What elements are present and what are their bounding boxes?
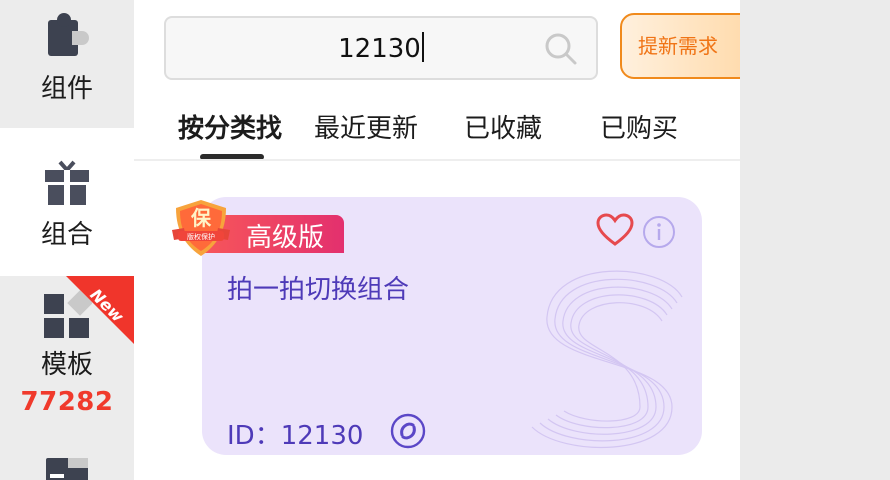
new-badge: New <box>66 276 134 344</box>
sidebar: 组件 组合 New 模板 77282 <box>0 0 134 480</box>
copyright-shield-icon: 保 版权保护 <box>172 200 230 256</box>
puzzle-icon <box>48 13 89 56</box>
sidebar-item-folder[interactable] <box>0 440 134 480</box>
main-panel: 12130 提新需求 按分类找 最近更新 已收藏 已购买 高级版 拍一拍切换组合… <box>134 0 760 480</box>
right-background <box>740 0 890 480</box>
sidebar-item-label: 组合 <box>40 220 93 250</box>
sidebar-item-label: 组件 <box>40 74 93 104</box>
folder-icon <box>46 458 88 480</box>
sidebar-item-combos[interactable]: 组合 <box>0 128 134 276</box>
tab-favorites[interactable]: 已收藏 <box>464 108 542 145</box>
card-id: ID：12130 <box>227 421 364 451</box>
card-title: 拍一拍切换组合 <box>227 275 410 305</box>
heart-icon[interactable] <box>596 213 634 247</box>
share-icon[interactable] <box>390 413 426 449</box>
divider <box>134 159 740 161</box>
tab-recent-updates[interactable]: 最近更新 <box>314 108 418 145</box>
tab-bar: 按分类找 最近更新 已收藏 已购买 <box>134 108 740 162</box>
sidebar-item-label: 模板 <box>40 350 93 380</box>
sidebar-item-components[interactable]: 组件 <box>0 0 134 128</box>
search-icon[interactable] <box>544 32 578 66</box>
gift-icon <box>45 160 89 205</box>
s-watermark-icon <box>531 270 683 448</box>
search-value: 12130 <box>338 34 421 64</box>
svg-text:保: 保 <box>190 206 212 230</box>
new-request-button[interactable]: 提新需求 <box>620 13 760 79</box>
tab-by-category[interactable]: 按分类找 <box>178 108 282 145</box>
tab-purchased[interactable]: 已购买 <box>600 108 678 145</box>
text-caret <box>421 32 424 62</box>
template-count: 77282 <box>20 387 114 417</box>
sidebar-item-templates[interactable]: New 模板 77282 <box>0 276 134 440</box>
combo-card[interactable]: 高级版 拍一拍切换组合 ID：12130 <box>202 197 702 455</box>
search-input[interactable]: 12130 <box>164 16 598 80</box>
info-icon[interactable] <box>642 215 676 249</box>
svg-text:版权保护: 版权保护 <box>187 232 215 241</box>
